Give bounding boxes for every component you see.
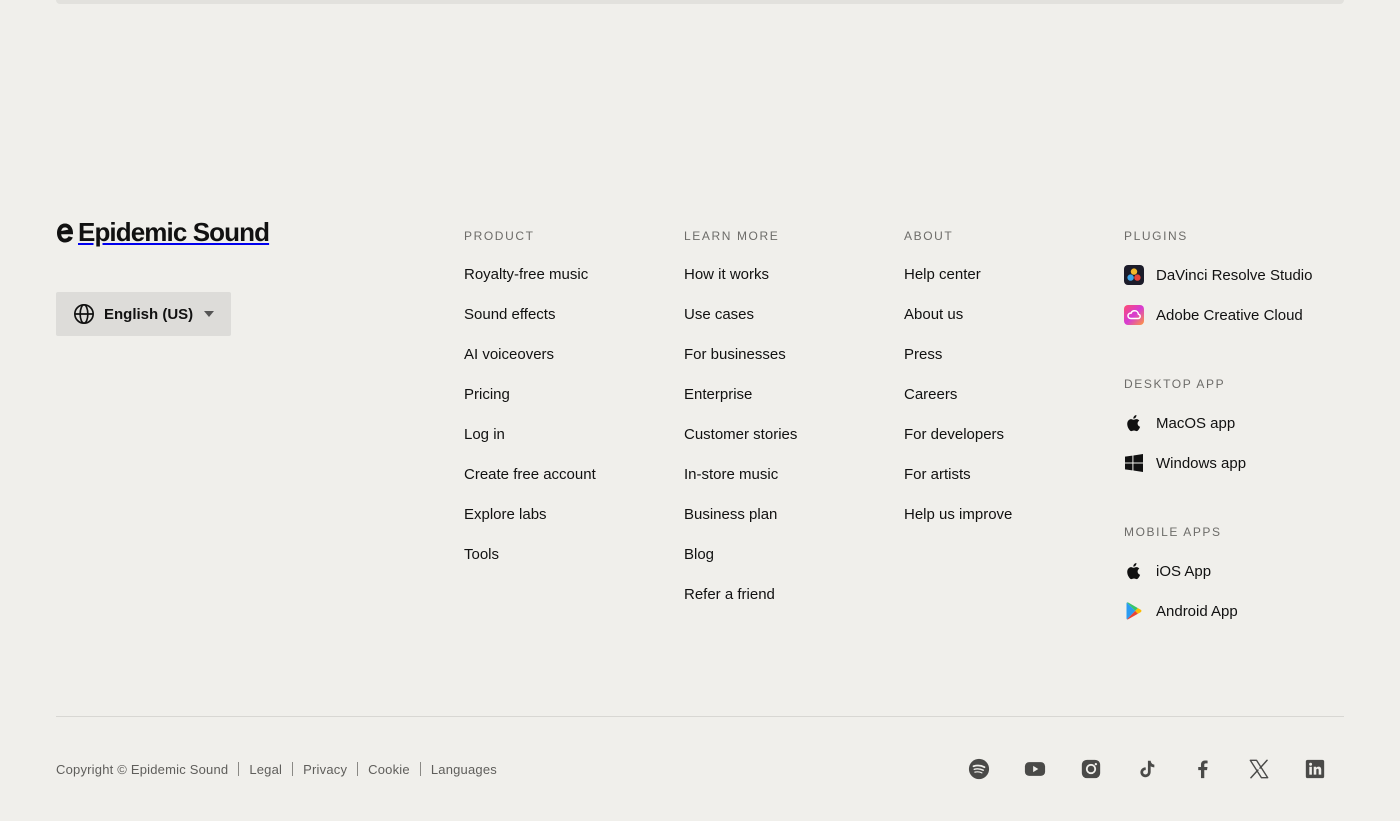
globe-icon [74,304,94,324]
link-customer-stories[interactable]: Customer stories [684,425,797,445]
link-for-developers[interactable]: For developers [904,425,1004,445]
separator [419,762,421,776]
youtube-link[interactable] [1024,758,1046,780]
facebook-link[interactable] [1192,758,1214,780]
app-label: Adobe Creative Cloud [1156,306,1303,324]
column-heading: MOBILE APPS [1124,525,1222,539]
app-label: MacOS app [1156,414,1236,432]
chevron-down-icon [204,311,214,317]
link-macos-app[interactable]: MacOS app [1124,413,1235,433]
davinci-icon [1124,265,1144,285]
link-about-us[interactable]: About us [904,305,963,325]
linkedin-link[interactable] [1304,758,1326,780]
language-label: English (US) [104,305,194,323]
link-royalty-free-music[interactable]: Royalty-free music [464,265,588,285]
column-heading: PLUGINS [1124,229,1188,243]
link-legal[interactable]: Legal [249,762,282,777]
link-pricing[interactable]: Pricing [464,385,510,405]
footer-column-apps: PLUGINS DaVinci Resolve Studio Adobe Cre… [1124,229,1312,641]
link-press[interactable]: Press [904,345,942,365]
adobe-cc-icon [1124,305,1144,325]
link-languages[interactable]: Languages [431,762,497,777]
x-link[interactable] [1248,758,1270,780]
link-adobe-creative-cloud[interactable]: Adobe Creative Cloud [1124,305,1303,325]
google-play-icon [1124,601,1144,621]
tiktok-icon [1140,760,1155,778]
language-selector[interactable]: English (US) [56,292,231,336]
link-in-store-music[interactable]: In-store music [684,465,778,485]
link-android-app[interactable]: Android App [1124,601,1238,621]
link-help-center[interactable]: Help center [904,265,981,285]
linkedin-icon [1305,759,1325,779]
link-blog[interactable]: Blog [684,545,714,565]
link-enterprise[interactable]: Enterprise [684,385,752,405]
footer-column-about: ABOUT Help center About us Press Careers… [904,229,1012,545]
spotify-icon [968,758,990,780]
link-careers[interactable]: Careers [904,385,957,405]
separator [357,762,359,776]
separator [292,762,294,776]
social-links [968,758,1326,780]
x-icon [1249,759,1269,779]
link-use-cases[interactable]: Use cases [684,305,754,325]
link-davinci-resolve-studio[interactable]: DaVinci Resolve Studio [1124,265,1312,285]
link-help-us-improve[interactable]: Help us improve [904,505,1012,525]
column-heading: PRODUCT [464,229,535,243]
link-how-it-works[interactable]: How it works [684,265,769,285]
column-heading: LEARN MORE [684,229,780,243]
apple-icon [1124,561,1144,581]
epidemic-sound-logo-icon [57,223,73,242]
link-explore-labs[interactable]: Explore labs [464,505,547,525]
facebook-icon [1198,760,1208,779]
spotify-link[interactable] [968,758,990,780]
brand-logo[interactable]: Epidemic Sound [56,217,270,248]
link-create-free-account[interactable]: Create free account [464,465,596,485]
link-privacy[interactable]: Privacy [303,762,347,777]
app-label: DaVinci Resolve Studio [1156,266,1313,284]
footer-divider [56,716,1344,717]
link-ai-voiceovers[interactable]: AI voiceovers [464,345,554,365]
column-heading: ABOUT [904,229,954,243]
instagram-icon [1081,759,1101,779]
top-strip [56,0,1344,4]
link-for-artists[interactable]: For artists [904,465,971,485]
link-log-in[interactable]: Log in [464,425,505,445]
link-cookie[interactable]: Cookie [368,762,410,777]
footer-column-product: PRODUCT Royalty-free music Sound effects… [464,229,596,585]
link-refer-a-friend[interactable]: Refer a friend [684,585,775,605]
link-for-businesses[interactable]: For businesses [684,345,786,365]
windows-icon [1124,453,1144,473]
column-heading: DESKTOP APP [1124,377,1226,391]
footer-column-learn-more: LEARN MORE How it works Use cases For bu… [684,229,797,625]
tiktok-link[interactable] [1136,758,1158,780]
link-sound-effects[interactable]: Sound effects [464,305,555,325]
app-label: Windows app [1156,454,1247,472]
link-tools[interactable]: Tools [464,545,499,565]
legal-bar: Copyright © Epidemic Sound Legal Privacy… [56,760,497,778]
brand-name: Epidemic Sound [78,217,270,247]
youtube-icon [1024,762,1046,776]
separator [238,762,240,776]
app-label: iOS App [1156,562,1212,580]
app-label: Android App [1156,602,1238,620]
instagram-link[interactable] [1080,758,1102,780]
apple-icon [1124,413,1144,433]
link-windows-app[interactable]: Windows app [1124,453,1246,473]
copyright-text: Copyright © Epidemic Sound [56,761,229,777]
link-business-plan[interactable]: Business plan [684,505,777,525]
link-ios-app[interactable]: iOS App [1124,561,1211,581]
